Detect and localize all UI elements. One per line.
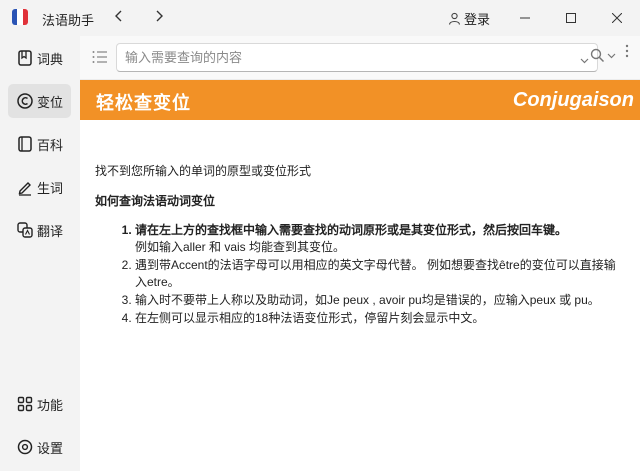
- more-vertical-icon: [625, 44, 629, 58]
- conjugation-icon: [17, 93, 33, 109]
- encyclopedia-icon: [18, 136, 32, 152]
- step-example: 例如输入aller 和 vais 均能查到其变位。: [135, 240, 346, 254]
- search-dropdown-button[interactable]: [580, 51, 589, 69]
- step-text: 遇到带Accent的法语字母可以用相应的英文字母代替。 例如想要查找être的变…: [135, 258, 616, 289]
- banner-brand: Conjugaison: [512, 89, 634, 111]
- sidebar-item-label: 翻译: [37, 223, 64, 239]
- vocabulary-pen-icon: [18, 182, 31, 196]
- more-options-button[interactable]: [625, 44, 629, 61]
- howto-heading: 如何查询法语动词变位: [95, 194, 216, 208]
- help-steps: 请在左上方的查找框中输入需要查找的动词原形或是其变位形式，然后按回车键。 例如输…: [109, 222, 625, 327]
- chevron-down-icon: [580, 58, 589, 64]
- step-text: 请在左上方的查找框中输入需要查找的动词原形或是其变位形式，然后按回车键。: [135, 223, 568, 237]
- list-item: 请在左上方的查找框中输入需要查找的动词原形或是其变位形式，然后按回车键。 例如输…: [135, 222, 625, 256]
- sidebar-item-translate[interactable]: 翻译: [8, 213, 71, 247]
- sidebar-item-dictionary[interactable]: 词典: [8, 41, 71, 75]
- search-bar: [80, 36, 640, 80]
- translate-icon: [17, 222, 33, 238]
- app-logo-icon: [12, 9, 28, 25]
- sidebar-item-label: 生词: [37, 180, 64, 196]
- sidebar-item-vocabulary[interactable]: 生词: [8, 170, 71, 204]
- user-icon: [448, 12, 461, 25]
- sidebar-item-label: 设置: [37, 440, 64, 456]
- dictionary-icon: [18, 50, 32, 66]
- search-icon: [590, 48, 605, 63]
- sidebar-item-label: 百科: [37, 137, 64, 153]
- list-item: 输入时不要带上人称以及助动词，如Je peux , avoir pu均是错误的，…: [135, 292, 625, 309]
- chevron-down-icon: [607, 53, 616, 58]
- conjugation-banner: 轻松查变位 Conjugaison: [80, 80, 640, 120]
- sidebar-item-settings[interactable]: 设置: [8, 430, 71, 464]
- close-icon: [611, 12, 623, 24]
- list-icon: [92, 51, 107, 63]
- close-button[interactable]: [605, 6, 629, 30]
- not-found-message: 找不到您所输入的单词的原型或变位形式: [95, 164, 312, 178]
- sidebar: 词典 变位 百科 生词 翻译 功能 设置: [0, 36, 80, 471]
- sidebar-item-features[interactable]: 功能: [8, 387, 71, 421]
- sidebar-item-label: 变位: [37, 94, 64, 110]
- login-button[interactable]: 登录: [448, 9, 490, 28]
- maximize-button[interactable]: [559, 6, 583, 30]
- forward-button[interactable]: [150, 8, 168, 26]
- banner-title: 轻松查变位: [96, 93, 191, 113]
- settings-gear-icon: [17, 439, 33, 455]
- step-text: 在左侧可以显示相应的18种法语变位形式，停留片刻会显示中文。: [135, 311, 485, 325]
- search-input[interactable]: [116, 43, 598, 72]
- sidebar-item-label: 功能: [37, 397, 64, 413]
- sidebar-item-conjugation[interactable]: 变位: [8, 84, 71, 118]
- minimize-button[interactable]: [513, 6, 537, 30]
- step-text: 输入时不要带上人称以及助动词，如Je peux , avoir pu均是错误的，…: [135, 293, 600, 307]
- chevron-left-icon: [115, 10, 122, 22]
- title-bar: 法语助手 登录: [0, 0, 640, 36]
- sidebar-item-label: 词典: [37, 51, 64, 67]
- sidebar-item-encyclopedia[interactable]: 百科: [8, 127, 71, 161]
- list-item: 遇到带Accent的法语字母可以用相应的英文字母代替。 例如想要查找être的变…: [135, 257, 625, 291]
- login-label: 登录: [464, 12, 491, 27]
- search-button[interactable]: [590, 48, 616, 63]
- list-item: 在左侧可以显示相应的18种法语变位形式，停留片刻会显示中文。: [135, 310, 625, 327]
- chevron-right-icon: [156, 10, 163, 22]
- back-button[interactable]: [110, 8, 128, 26]
- minimize-icon: [520, 17, 530, 19]
- app-title: 法语助手: [42, 13, 95, 28]
- help-content: 找不到您所输入的单词的原型或变位形式 如何查询法语动词变位 请在左上方的查找框中…: [95, 163, 625, 328]
- apps-grid-icon: [17, 396, 33, 412]
- history-list-button[interactable]: [92, 50, 108, 69]
- maximize-icon: [566, 13, 576, 23]
